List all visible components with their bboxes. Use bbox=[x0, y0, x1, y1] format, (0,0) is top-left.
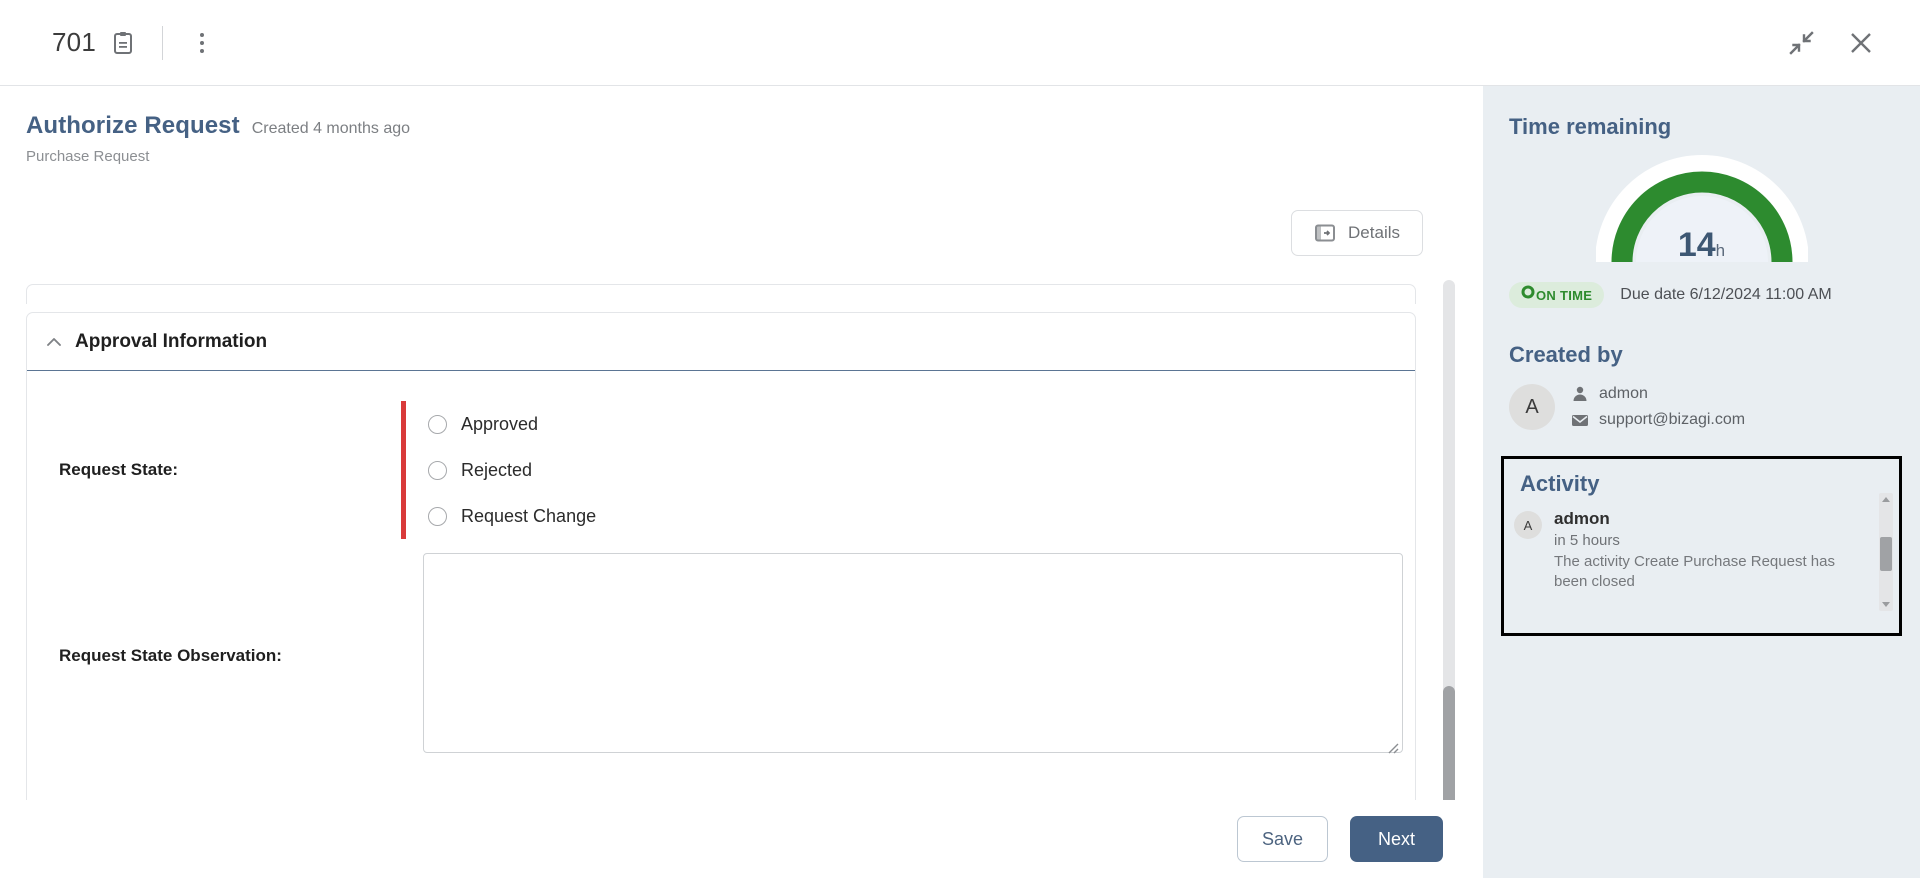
page-title: Authorize Request bbox=[26, 112, 240, 139]
scrollbar-thumb[interactable] bbox=[1443, 686, 1455, 800]
radio-icon[interactable] bbox=[428, 460, 447, 480]
form-scrollbar[interactable] bbox=[1443, 280, 1455, 800]
time-remaining-heading: Time remaining bbox=[1509, 114, 1672, 139]
request-state-label: Request State: bbox=[59, 460, 179, 479]
radio-option-approved[interactable]: Approved bbox=[428, 401, 596, 447]
scroll-down-icon[interactable] bbox=[1882, 602, 1890, 607]
request-state-observation-field: Request State Observation: bbox=[27, 539, 1415, 758]
request-state-observation-input[interactable] bbox=[423, 553, 1403, 753]
action-bar: Save Next bbox=[0, 800, 1483, 878]
details-button-label: Details bbox=[1348, 223, 1400, 242]
request-state-observation-label: Request State Observation: bbox=[59, 645, 282, 665]
radio-option-rejected[interactable]: Rejected bbox=[428, 447, 596, 493]
status-badge: ON TIME bbox=[1509, 282, 1605, 308]
save-button[interactable]: Save bbox=[1236, 816, 1328, 862]
window-controls bbox=[1786, 28, 1876, 58]
previous-section-card bbox=[26, 284, 1416, 304]
created-by-email-row: support@bizagi.com bbox=[1571, 411, 1745, 429]
activity-heading: Activity bbox=[1520, 471, 1600, 496]
radio-label: Approved bbox=[461, 413, 539, 434]
chevron-up-icon[interactable] bbox=[45, 333, 63, 351]
activity-description: The activity Create Purchase Request has… bbox=[1554, 553, 1835, 591]
radio-label: Request Change bbox=[461, 505, 597, 526]
created-by-heading: Created by bbox=[1509, 342, 1623, 367]
case-window: 701 Authorize Request Created 4 months a… bbox=[0, 0, 1920, 878]
more-vertical-icon[interactable] bbox=[189, 28, 215, 58]
time-remaining-gauge: 14h bbox=[1483, 154, 1920, 266]
created-by-user: admon bbox=[1571, 385, 1745, 403]
section-header[interactable]: Approval Information bbox=[27, 313, 1415, 371]
created-by-username: admon bbox=[1599, 385, 1648, 402]
resize-grip-icon[interactable] bbox=[1385, 740, 1399, 754]
person-icon bbox=[1571, 385, 1589, 403]
envelope-icon bbox=[1571, 411, 1589, 429]
scroll-up-icon[interactable] bbox=[1882, 497, 1890, 502]
time-remaining-value: 14h bbox=[1677, 226, 1726, 264]
case-id: 701 bbox=[52, 27, 96, 57]
scrollbar-thumb[interactable] bbox=[1880, 537, 1892, 571]
request-state-field: Request State: Approved Rejected Request… bbox=[27, 371, 1415, 539]
activity-time: in 5 hours bbox=[1554, 532, 1620, 549]
collapse-icon[interactable] bbox=[1786, 28, 1816, 58]
created-by-section: Created by A admon support@bizagi.com bbox=[1483, 342, 1920, 430]
panel-icon bbox=[1314, 222, 1336, 244]
activity-scrollbar[interactable] bbox=[1879, 493, 1893, 611]
window-toolbar: 701 bbox=[0, 0, 1920, 86]
close-icon[interactable] bbox=[1846, 28, 1876, 58]
form-scroll-area: Approval Information Request State: Appr… bbox=[26, 280, 1455, 800]
request-state-radio-group: Approved Rejected Request Change bbox=[401, 401, 596, 539]
status-badge-label: ON TIME bbox=[1536, 287, 1593, 303]
activity-panel[interactable]: Activity A admon in 5 hours The activity… bbox=[1501, 456, 1902, 636]
created-by-email[interactable]: support@bizagi.com bbox=[1599, 411, 1745, 429]
due-info-row: ON TIME Due date 6/12/2024 11:00 AM bbox=[1483, 282, 1920, 308]
activity-user: admon bbox=[1554, 509, 1610, 528]
approval-information-card: Approval Information Request State: Appr… bbox=[26, 312, 1416, 800]
case-content: Authorize Request Created 4 months ago P… bbox=[0, 86, 1483, 800]
radio-icon[interactable] bbox=[428, 414, 447, 434]
case-header: Authorize Request Created 4 months ago P… bbox=[0, 86, 1483, 165]
case-sidebar: Time remaining 14h ON TIME Due date 6/12… bbox=[1483, 86, 1920, 878]
section-title: Approval Information bbox=[75, 330, 268, 352]
details-button[interactable]: Details bbox=[1291, 210, 1423, 256]
avatar: A bbox=[1509, 384, 1555, 430]
due-date: Due date 6/12/2024 11:00 AM bbox=[1620, 286, 1832, 303]
radio-option-request-change[interactable]: Request Change bbox=[428, 493, 596, 539]
clipboard-icon[interactable] bbox=[112, 31, 134, 55]
radio-label: Rejected bbox=[461, 459, 533, 480]
next-button[interactable]: Next bbox=[1349, 816, 1443, 862]
avatar: A bbox=[1514, 511, 1542, 539]
activity-item: A admon in 5 hours The activity Create P… bbox=[1514, 509, 1899, 593]
radio-icon[interactable] bbox=[428, 506, 447, 526]
process-name: Purchase Request bbox=[26, 148, 150, 165]
created-timestamp: Created 4 months ago bbox=[251, 120, 411, 137]
toolbar-divider bbox=[161, 25, 163, 60]
